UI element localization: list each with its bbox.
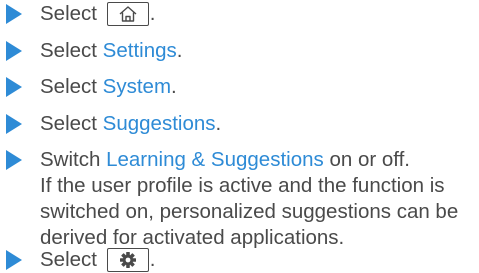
step-5-prefix: Switch: [40, 148, 107, 171]
step-5-suffix: on or off.: [323, 148, 410, 171]
settings-key-button[interactable]: [106, 248, 149, 272]
home-key-button[interactable]: [106, 2, 149, 26]
step-4-prefix: Select: [40, 112, 103, 135]
bullet-arrow-icon: [6, 77, 22, 97]
bullet-arrow-icon: [6, 250, 22, 270]
step-6-text: Select .: [40, 247, 155, 273]
bullet-arrow-icon: [6, 150, 22, 170]
step-5-highlight: Learning & Suggestions: [106, 148, 324, 171]
step-1-text: Select .: [40, 1, 155, 27]
step-3-text: Select System.: [40, 74, 177, 100]
step-1-prefix: Select: [40, 2, 97, 25]
step-5-text: Switch Learning & Suggestions on or off.: [40, 147, 410, 173]
step-2-prefix: Select: [40, 39, 103, 62]
step-2-text: Select Settings.: [40, 38, 182, 64]
step-1-suffix: .: [149, 2, 156, 25]
settings-icon: [119, 252, 136, 268]
step-4-suffix: .: [215, 112, 222, 135]
step-3-prefix: Select: [40, 75, 103, 98]
bullet-arrow-icon: [6, 4, 22, 24]
step-2-highlight: Settings: [102, 39, 177, 62]
step-2-suffix: .: [176, 39, 183, 62]
bullet-arrow-icon: [6, 114, 22, 134]
bullet-arrow-icon: [6, 41, 22, 61]
step-5-description: If the user profile is active and the fu…: [40, 173, 479, 251]
step-4-text: Select Suggestions.: [40, 111, 221, 137]
step-5-description-line: If the user profile is active and the fu…: [40, 174, 445, 197]
step-5-description-line: switched on, personalized suggestions ca…: [40, 200, 459, 223]
step-6-suffix: .: [149, 248, 156, 271]
home-icon: [119, 6, 137, 22]
step-4-highlight: Suggestions: [102, 112, 216, 135]
step-3-suffix: .: [171, 75, 177, 98]
step-3-highlight: System: [102, 75, 172, 98]
step-6-prefix: Select: [40, 248, 97, 271]
